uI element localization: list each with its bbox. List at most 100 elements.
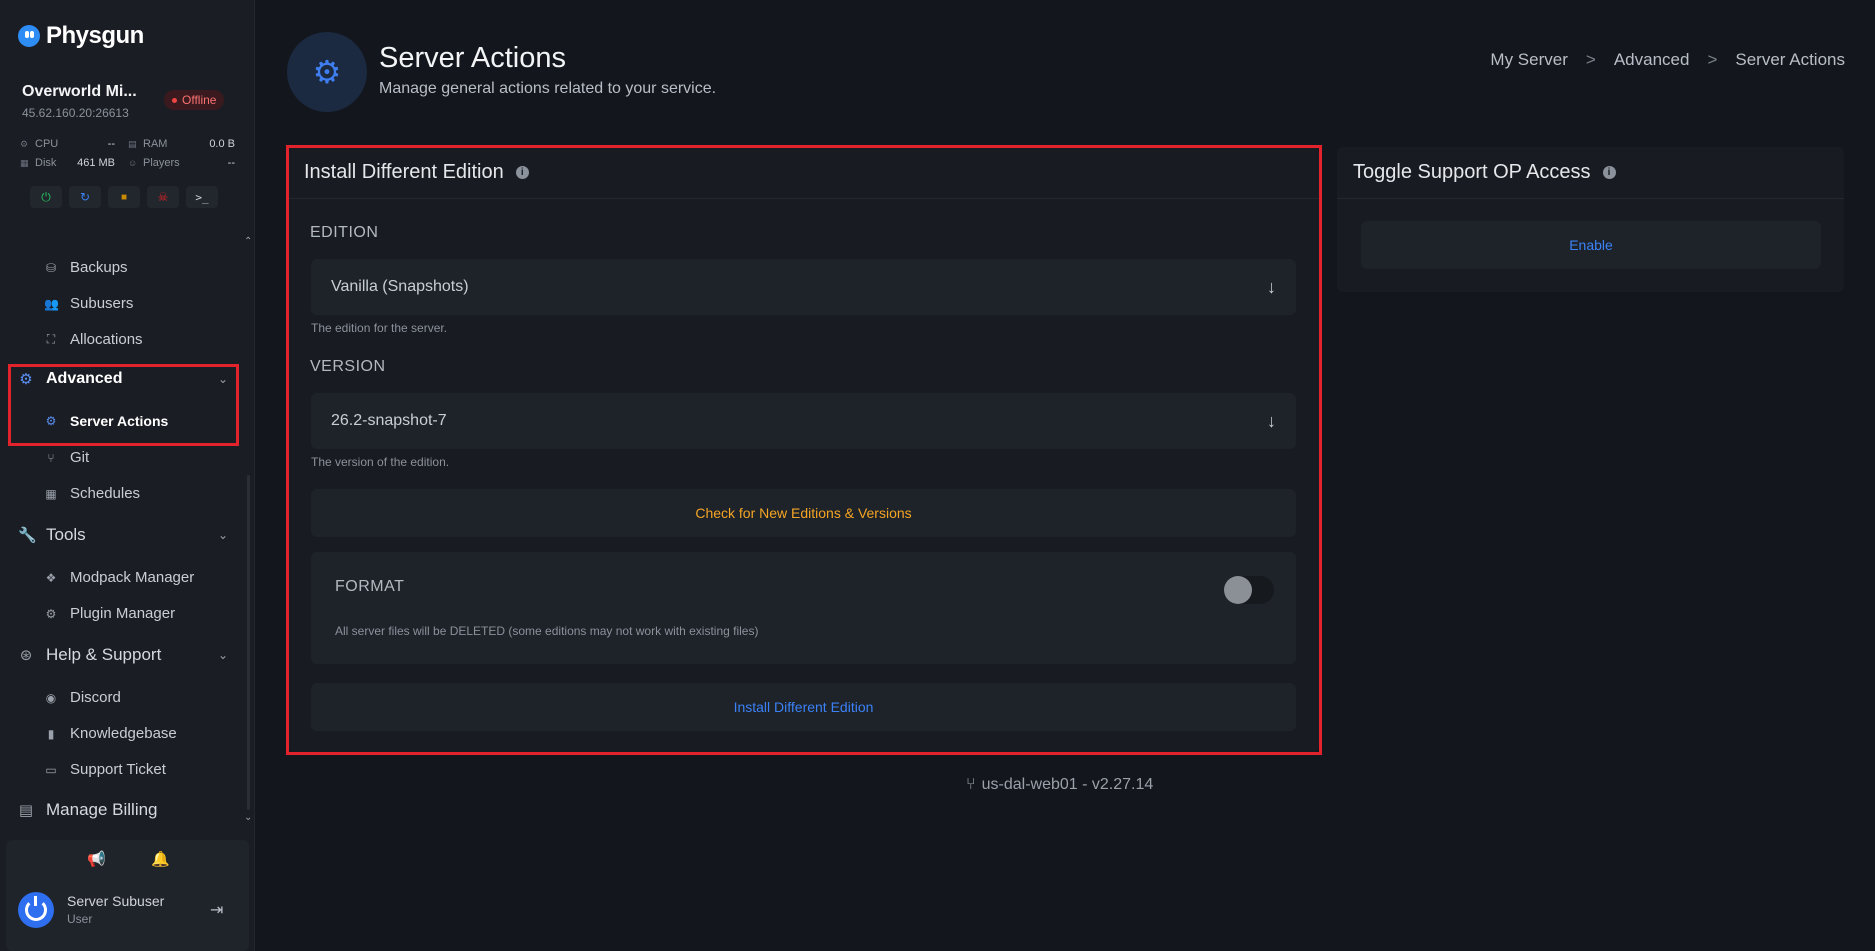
sidebar-scrollbar[interactable] — [247, 475, 250, 810]
power-icon — [25, 896, 47, 921]
ram-value: 0.0 B — [209, 138, 235, 150]
power-controls: ⏻ ↻ ■ ☠ >_ — [30, 186, 218, 208]
sidebar-item-plugin-manager[interactable]: ⚙ Plugin Manager — [44, 605, 175, 622]
cpu-stat: ⚙ CPU — [20, 138, 59, 150]
network-icon: ⛶ — [46, 332, 56, 346]
kill-button[interactable]: ☠ — [147, 186, 179, 208]
sidebar-item-manage-billing[interactable]: ▤ Manage Billing — [18, 800, 228, 820]
sidebar-item-allocations[interactable]: ⛶ Allocations — [44, 331, 143, 348]
status-badge: Offline — [164, 90, 225, 110]
backups-icon: ⛁ — [45, 260, 57, 275]
user-role: User — [67, 912, 93, 926]
sidebar-item-git[interactable]: ⑂ Git — [44, 449, 89, 466]
cogs-icon: ⚙ — [45, 606, 57, 621]
scroll-down-icon[interactable]: ⌄ — [244, 812, 252, 823]
user-name: Server Subuser — [67, 893, 165, 909]
edition-value: Vanilla (Snapshots) — [331, 278, 469, 295]
sidebar-item-knowledgebase[interactable]: ▮ Knowledgebase — [44, 725, 177, 742]
disk-value: 461 MB — [77, 157, 115, 169]
format-hint: All server files will be DELETED (some e… — [335, 624, 759, 638]
bell-icon[interactable]: 🔔 — [151, 850, 170, 868]
status-text: Offline — [182, 93, 217, 107]
cogs-icon: ⚙ — [312, 54, 342, 90]
power-icon: ⏻ — [41, 189, 51, 204]
sidebar-item-backups[interactable]: ⛁ Backups — [44, 259, 128, 276]
version-value: 26.2-snapshot-7 — [331, 412, 447, 429]
breadcrumb-item[interactable]: Advanced — [1614, 50, 1690, 70]
sidebar-item-schedules[interactable]: ▦ Schedules — [44, 485, 140, 502]
format-option: FORMAT All server files will be DELETED … — [311, 552, 1296, 664]
breadcrumb-item: Server Actions — [1735, 50, 1845, 69]
scroll-up-icon[interactable]: ⌃ — [244, 236, 252, 247]
disk-stat: ▦ Disk — [20, 157, 57, 169]
sidebar-item-modpack-manager[interactable]: ❖ Modpack Manager — [44, 569, 195, 586]
stop-icon: ■ — [120, 191, 128, 203]
edition-select[interactable]: Vanilla (Snapshots) ↓ — [311, 259, 1296, 315]
version-text: us-dal-web01 - v2.27.14 — [981, 776, 1154, 793]
restart-icon: ↻ — [79, 190, 91, 204]
players-icon: ☺ — [128, 158, 138, 168]
brand-logo[interactable]: Physgun — [18, 22, 144, 50]
sidebar-group-tools[interactable]: 🔧 Tools ⌄ — [18, 525, 228, 545]
arrow-down-icon: ↓ — [1267, 410, 1276, 431]
install-edition-card: Install Different Edition i EDITION Vani… — [288, 147, 1319, 752]
discord-icon: ◉ — [45, 690, 57, 705]
status-dot-icon — [172, 97, 177, 103]
format-label: FORMAT — [335, 578, 405, 595]
version-label: VERSION — [310, 358, 386, 375]
cpu-icon: ⚙ — [20, 138, 29, 149]
toggle-knob — [1224, 576, 1252, 604]
calendar-icon: ▦ — [45, 486, 57, 501]
sidebar: Physgun Overworld Mi... Offline 45.62.16… — [0, 0, 255, 951]
server-ip[interactable]: 45.62.160.20:26613 — [22, 106, 129, 120]
ticket-icon: ▭ — [45, 762, 57, 777]
power-button[interactable]: ⏻ — [30, 186, 62, 208]
breadcrumb: My Server > Advanced > Server Actions — [1490, 50, 1845, 70]
card-title: Toggle Support OP Access — [1353, 161, 1591, 183]
restart-button[interactable]: ↻ — [69, 186, 101, 208]
console-icon: >_ — [195, 190, 209, 204]
breadcrumb-separator: > — [1585, 50, 1596, 69]
git-icon: ⑂ — [47, 450, 55, 465]
ram-icon: ▤ — [128, 138, 137, 149]
page-subtitle: Manage general actions related to your s… — [379, 80, 717, 97]
arrow-down-icon: ↓ — [1267, 276, 1276, 297]
server-actions-header-icon: ⚙ — [287, 32, 367, 112]
avatar[interactable] — [18, 892, 54, 928]
enable-op-button[interactable]: Enable — [1361, 221, 1821, 269]
console-button[interactable]: >_ — [186, 186, 218, 208]
sidebar-item-subusers[interactable]: 👥 Subusers — [44, 295, 133, 312]
card-title: Install Different Edition — [304, 161, 504, 183]
book-icon: ▮ — [47, 726, 55, 741]
breadcrumb-item[interactable]: My Server — [1490, 50, 1567, 70]
sidebar-item-discord[interactable]: ◉ Discord — [44, 689, 121, 706]
sidebar-item-support-ticket[interactable]: ▭ Support Ticket — [44, 761, 166, 778]
users-icon: 👥 — [44, 296, 59, 311]
check-versions-button[interactable]: Check for New Editions & Versions — [311, 489, 1296, 537]
version-select[interactable]: 26.2-snapshot-7 ↓ — [311, 393, 1296, 449]
version-hint: The version of the edition. — [311, 455, 450, 469]
brand-name: Physgun — [46, 22, 144, 49]
cubes-icon: ❖ — [45, 570, 57, 585]
disk-icon: ▦ — [20, 157, 29, 168]
megaphone-icon[interactable]: 📢 — [87, 850, 106, 868]
highlight-advanced — [8, 364, 239, 446]
server-name: Overworld Mi... — [22, 83, 137, 100]
breadcrumb-separator: > — [1707, 50, 1718, 69]
lifebuoy-icon: ⊛ — [19, 647, 33, 664]
support-op-card: Toggle Support OP Access i Enable — [1337, 147, 1844, 292]
card-header: Install Different Edition i — [288, 147, 1319, 199]
git-branch-icon: ⑂ — [966, 776, 976, 793]
info-icon[interactable]: i — [1602, 166, 1616, 179]
info-icon[interactable]: i — [515, 166, 529, 179]
format-toggle[interactable] — [1224, 576, 1274, 604]
kill-icon: ☠ — [157, 190, 169, 204]
install-edition-button[interactable]: Install Different Edition — [311, 683, 1296, 731]
version-footer: ⑂ us-dal-web01 - v2.27.14 — [966, 776, 1153, 794]
stop-button[interactable]: ■ — [108, 186, 140, 208]
sidebar-group-help[interactable]: ⊛ Help & Support ⌄ — [18, 645, 228, 665]
logout-icon[interactable]: ⇥ — [210, 900, 223, 920]
edition-hint: The edition for the server. — [311, 321, 448, 335]
wrench-icon: 🔧 — [18, 527, 37, 544]
chevron-down-icon: ⌄ — [217, 528, 228, 542]
